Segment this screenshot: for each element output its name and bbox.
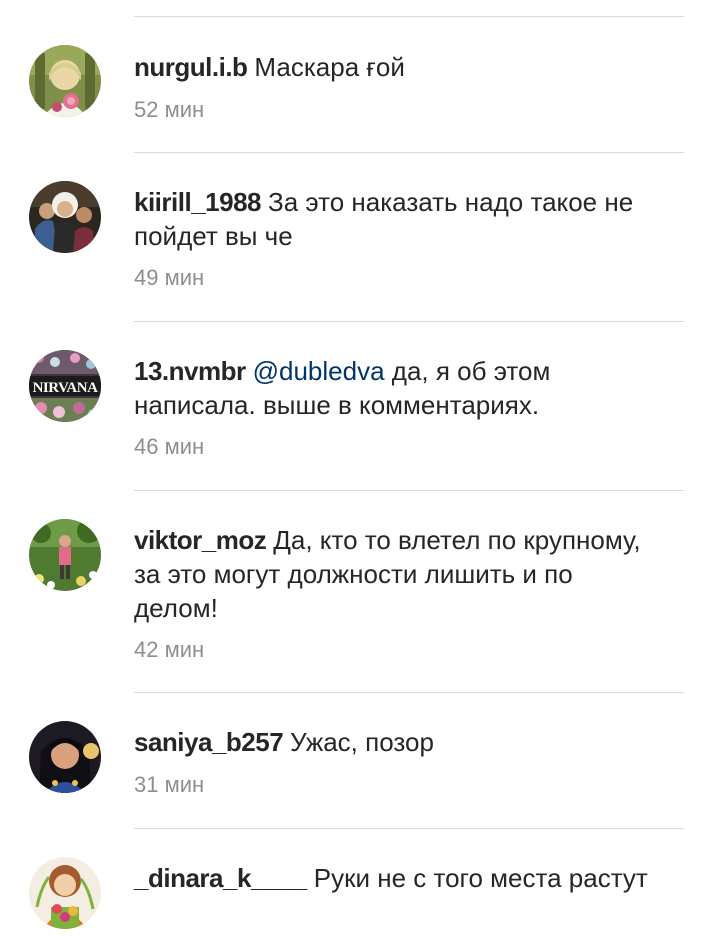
comment-timestamp: 49 мин: [134, 265, 205, 290]
cartoon-avatar-icon: [29, 857, 101, 929]
comment-username[interactable]: 13.nvmbr: [134, 356, 246, 386]
comment-username[interactable]: nurgul.i.b: [134, 52, 248, 82]
comment-mention-link[interactable]: @dubledva: [253, 356, 385, 386]
user-photo-icon: [29, 45, 101, 117]
comment-text: Маскара ғой: [254, 52, 405, 82]
comment-item: saniya_b257 Ужас, позор 31 мин: [0, 692, 702, 828]
comment-item: kiirill_1988 За это наказать надо такое н…: [0, 152, 702, 322]
comment-body: kiirill_1988 За это наказать надо такое н…: [134, 185, 654, 253]
comment-text: Ужас, позор: [290, 727, 434, 757]
comment-username[interactable]: viktor_moz: [134, 525, 267, 555]
user-photo-icon: [29, 181, 101, 253]
user-avatar[interactable]: NIRVANA: [29, 350, 101, 422]
comment-timestamp: 42 мин: [134, 637, 205, 662]
comment-item: _dinara_k____ Руки не с того места растут: [0, 828, 702, 936]
comment-item: viktor_moz Да, кто то влетел по крупному,…: [0, 490, 702, 692]
comment-username[interactable]: _dinara_k____: [134, 863, 307, 893]
comment-text: Руки не с того места растут: [313, 863, 648, 893]
nirvana-logo-icon: NIRVANA: [29, 350, 101, 422]
user-avatar[interactable]: [29, 721, 101, 793]
comment-item: NIRVANA 13.nvmbr @dubledva да, я об этом …: [0, 321, 702, 491]
comment-timestamp: 52 мин: [134, 97, 205, 122]
comment-body: viktor_moz Да, кто то влетел по крупному,…: [134, 523, 654, 625]
user-avatar[interactable]: [29, 45, 101, 117]
user-photo-icon: [29, 721, 101, 793]
svg-text:NIRVANA: NIRVANA: [33, 380, 99, 396]
comment-body: _dinara_k____ Руки не с того места растут: [134, 861, 654, 895]
user-avatar[interactable]: [29, 519, 101, 591]
comment-username[interactable]: kiirill_1988: [134, 187, 262, 217]
comment-username[interactable]: saniya_b257: [134, 727, 284, 757]
user-photo-icon: [29, 519, 101, 591]
user-avatar[interactable]: [29, 181, 101, 253]
comment-body: 13.nvmbr @dubledva да, я об этом написала…: [134, 354, 654, 422]
comment-body: saniya_b257 Ужас, позор: [134, 725, 654, 759]
user-avatar[interactable]: [29, 857, 101, 929]
comment-item: nurgul.i.b Маскара ғой 52 мин: [0, 0, 702, 152]
comment-body: nurgul.i.b Маскара ғой: [134, 50, 654, 84]
comment-timestamp: 46 мин: [134, 434, 205, 459]
comment-timestamp: 31 мин: [134, 772, 205, 797]
